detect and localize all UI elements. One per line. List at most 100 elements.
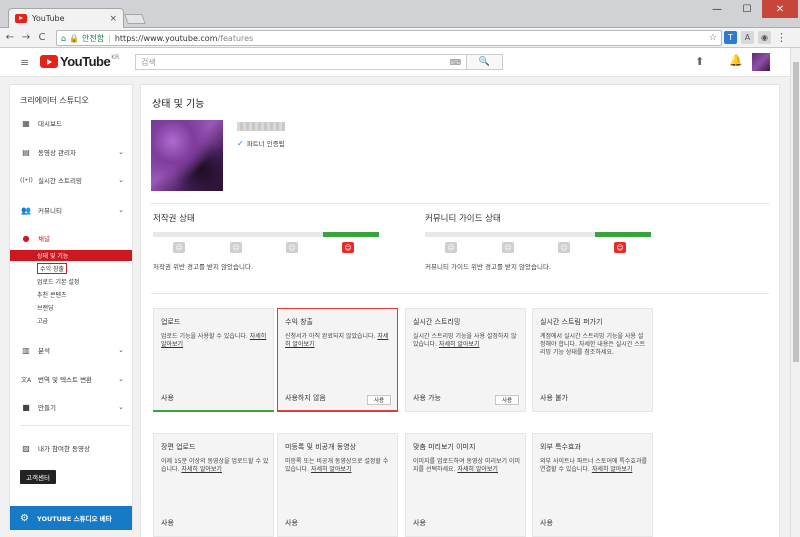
youtube-page: ≡ YouTube KR 검색 ⌨ 🔍 ⬆ 🔔 크리에이터 스튜디오 ▦ 대시보… xyxy=(0,48,790,537)
camera-extension-icon[interactable]: ◉ xyxy=(758,31,771,44)
unhappy-face-icon: ☹ xyxy=(502,242,514,253)
enable-button[interactable]: 사용 xyxy=(367,395,391,405)
search-icon: 🔍 xyxy=(478,57,491,67)
feature-card-title: 외부 특수효과 xyxy=(540,443,581,451)
search-input[interactable]: 검색 ⌨ xyxy=(135,54,467,70)
window-close-button[interactable]: ✕ xyxy=(762,0,798,18)
status-features-panel: 상태 및 기능 ✓ 파트너 인증됨 저작권 상태 ☹ ☹ ☺ ☺ 저작권 위반 … xyxy=(140,84,780,537)
hamburger-menu-icon[interactable]: ≡ xyxy=(20,56,29,69)
sidebar-item-analytics[interactable]: ▥ 분석 ⌄ xyxy=(10,343,132,357)
sidebar-sub-branding[interactable]: 브랜딩 xyxy=(10,302,132,313)
feature-card-status: 사용하지 않음 xyxy=(285,394,326,402)
search-placeholder: 검색 xyxy=(141,57,156,67)
status-bar-enabled xyxy=(153,410,274,412)
avatar[interactable] xyxy=(752,53,770,71)
address-separator: | xyxy=(108,33,111,43)
feature-card-desc: 이제 15분 이상의 동영상을 업로드할 수 있습니다. 자세히 알아보기 xyxy=(161,458,269,474)
contributions-icon: ▨ xyxy=(22,443,30,453)
sidebar-sub-featured-content[interactable]: 추천 콘텐츠 xyxy=(10,289,132,300)
feature-card-status: 사용 xyxy=(161,394,174,402)
feature-card-desc: 외부 사이트나 파트너 스토어에 특수효과를 연결할 수 있습니다. 자세히 알… xyxy=(540,458,648,474)
chevron-down-icon: ⌄ xyxy=(118,346,124,354)
browser-tab-youtube[interactable]: YouTube × xyxy=(8,8,124,28)
feature-card-title: 수익 창출 xyxy=(285,318,313,326)
sidebar-sub-monetization[interactable]: 수익 창출 xyxy=(10,263,132,274)
browser-toolbar: ← → C ⌂ 🔒 안전함 | https://www.youtube.com … xyxy=(0,28,800,48)
copyright-status-title: 저작권 상태 xyxy=(153,214,195,224)
community-icon: 👥 xyxy=(21,205,31,215)
back-icon[interactable]: ← xyxy=(2,32,18,43)
sidebar-item-translations[interactable]: 文A 번역 및 텍스트 변환 ⌄ xyxy=(10,372,132,386)
sidebar-item-video-manager[interactable]: ▤ 동영상 관리자 ⌄ xyxy=(10,145,132,159)
tab-close-icon[interactable]: × xyxy=(109,14,117,24)
bell-icon[interactable]: 🔔 xyxy=(729,54,743,67)
forward-icon[interactable]: → xyxy=(18,32,34,43)
status-bar-disabled xyxy=(277,410,398,412)
lock-icon: 🔒 xyxy=(69,33,80,43)
sidebar-item-create[interactable]: ■ 만들기 ⌄ xyxy=(10,400,132,414)
sidebar-item-contributions[interactable]: ▨ 내가 참여한 동영상 xyxy=(10,441,132,455)
youtube-logo[interactable]: YouTube KR xyxy=(40,54,119,69)
sidebar-item-live-streaming[interactable]: ((•)) 실시간 스트리밍 ⌄ xyxy=(10,173,132,187)
creator-studio-sidebar: 크리에이터 스튜디오 ▦ 대시보드 ▤ 동영상 관리자 ⌄ ((•)) 실시간 … xyxy=(9,84,133,530)
copyright-status: 저작권 상태 ☹ ☹ ☺ ☺ 저작권 위반 경고를 받지 않았습니다. xyxy=(153,212,383,272)
sidebar-sub-advanced[interactable]: 고급 xyxy=(10,315,132,326)
window-maximize-button[interactable]: ☐ xyxy=(732,0,762,18)
extension-icons: T A ◉ ⋮ xyxy=(724,31,788,44)
browser-menu-icon[interactable]: ⋮ xyxy=(775,31,788,44)
learn-more-link[interactable]: 자세히 알아보기 xyxy=(181,466,222,473)
learn-more-link[interactable]: 자세히 알아보기 xyxy=(439,341,480,348)
tab-title: YouTube xyxy=(32,14,65,23)
meter-good-segment xyxy=(323,232,379,237)
feature-card-desc: 계정에서 실시간 스트리밍 기능을 사용 설정해야 합니다. 자세한 내용은 실… xyxy=(540,333,646,356)
new-tab-button[interactable] xyxy=(124,14,146,24)
translate-extension-icon[interactable]: A xyxy=(741,31,754,44)
bookmark-star-icon[interactable]: ☆ xyxy=(709,33,717,43)
youtube-wordmark: YouTube xyxy=(60,54,111,69)
partner-verified-label: 파트너 인증됨 xyxy=(246,140,285,148)
chevron-down-icon: ⌄ xyxy=(118,403,124,411)
search-button[interactable]: 🔍 xyxy=(467,54,503,70)
upload-icon[interactable]: ⬆ xyxy=(695,55,704,68)
sad-face-icon: ☹ xyxy=(445,242,457,253)
url-path: /features xyxy=(217,33,254,43)
sidebar-sub-status-features[interactable]: 상태 및 기능 xyxy=(10,250,132,261)
sad-face-icon: ☹ xyxy=(173,242,185,253)
happy-face-icon: ☺ xyxy=(342,242,354,253)
learn-more-link[interactable]: 자세히 알아보기 xyxy=(592,466,633,473)
enable-button[interactable]: 사용 xyxy=(495,395,519,405)
address-bar[interactable]: ⌂ 🔒 안전함 | https://www.youtube.com /featu… xyxy=(56,30,722,46)
learn-more-link[interactable]: 자세히 알아보기 xyxy=(457,466,498,473)
learn-more-link[interactable]: 자세히 알아보기 xyxy=(311,466,352,473)
sidebar-sub-label: 수익 창출 xyxy=(37,263,67,274)
sidebar-item-channel[interactable]: ● 채널 xyxy=(10,231,132,245)
keyboard-icon[interactable]: ⌨ xyxy=(449,58,461,67)
video-manager-icon: ▤ xyxy=(22,147,30,157)
sidebar-item-label: 대시보드 xyxy=(38,120,62,128)
community-strike-meter xyxy=(425,232,651,237)
channel-profile-image xyxy=(151,120,223,191)
gear-icon: ⚙ xyxy=(20,512,29,524)
neutral-face-icon: ☺ xyxy=(286,242,298,253)
help-center-button[interactable]: 고객센터 xyxy=(20,470,56,484)
scrollbar-thumb[interactable] xyxy=(793,62,799,362)
unhappy-face-icon: ☹ xyxy=(230,242,242,253)
feature-card-title: 미등록 및 비공개 동영상 xyxy=(285,443,357,451)
translate-icon: 文A xyxy=(20,376,32,384)
feature-card-status: 사용 xyxy=(161,519,174,527)
home-icon[interactable]: ⌂ xyxy=(61,34,66,43)
sidebar-item-dashboard[interactable]: ▦ 대시보드 xyxy=(10,116,132,130)
community-faces: ☹ ☹ ☺ ☺ xyxy=(425,239,651,259)
reload-icon[interactable]: C xyxy=(34,32,50,43)
chevron-down-icon: ⌄ xyxy=(118,148,124,156)
section-divider xyxy=(151,293,769,294)
sidebar-item-community[interactable]: 👥 커뮤니티 ⌄ xyxy=(10,203,132,217)
url-host: https://www.youtube.com xyxy=(114,33,218,43)
sidebar-sub-upload-defaults[interactable]: 업로드 기본 설정 xyxy=(10,276,132,287)
region-code: KR xyxy=(111,54,120,61)
studio-beta-button[interactable]: ⚙ YOUTUBE 스튜디오 베타 xyxy=(10,506,132,530)
window-minimize-button[interactable]: — xyxy=(702,0,732,18)
page-scrollbar[interactable] xyxy=(790,48,800,537)
checkmark-icon: ✓ xyxy=(237,138,244,148)
extension-icon[interactable]: T xyxy=(724,31,737,44)
